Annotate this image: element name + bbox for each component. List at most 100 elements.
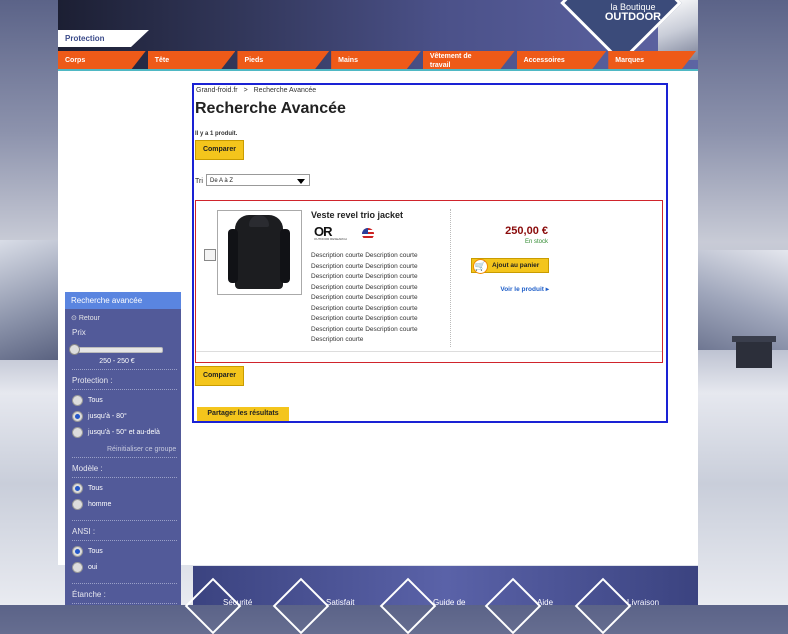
radio-ansi-oui[interactable]: oui: [72, 562, 181, 573]
nav-pieds[interactable]: Pieds: [237, 51, 329, 69]
product-name[interactable]: Veste revel trio jacket: [311, 210, 403, 220]
jacket-hood: [249, 215, 269, 227]
brand-logo-mark: OR: [314, 224, 333, 239]
radio-label: oui: [88, 564, 98, 571]
divider: [72, 540, 177, 541]
prix-label: Prix: [72, 328, 86, 337]
nav-mains[interactable]: Mains: [331, 51, 421, 69]
nav-corps[interactable]: Corps: [58, 51, 146, 69]
footer-item[interactable]: Sécurité: [223, 598, 252, 607]
product-description: Description courte Description courte De…: [311, 252, 418, 343]
radio-button[interactable]: [72, 562, 83, 573]
nav-label: Corps: [65, 57, 86, 64]
footer-banner: Sécurité Satisfait Guide de Aide Livrais…: [184, 566, 698, 634]
add-to-cart-button[interactable]: 🛒 Ajout au panier: [471, 258, 549, 274]
radio-button-selected[interactable]: [72, 546, 83, 557]
nav-label: Pieds: [244, 57, 264, 64]
radio-button-selected[interactable]: [72, 483, 83, 494]
nav-label: Vêtement de travail: [429, 53, 472, 69]
result-count: Il y a 1 produit.: [195, 131, 238, 137]
chevron-right-icon: ▸: [545, 286, 549, 293]
radio-label: homme: [88, 501, 112, 508]
radio-label: Tous: [88, 397, 103, 404]
breadcrumb-home[interactable]: Grand-froid.fr: [196, 87, 238, 94]
nav-marques[interactable]: Marques: [608, 51, 696, 69]
compare-checkbox[interactable]: [204, 249, 216, 261]
back-label: Retour: [78, 315, 100, 322]
radio-button[interactable]: [72, 395, 83, 406]
nav-label: Marques: [615, 57, 645, 64]
price-slider-handle[interactable]: [69, 344, 80, 355]
reset-group-link[interactable]: Réinitialiser ce groupe: [107, 446, 181, 453]
radio-label: Tous: [88, 485, 103, 492]
footer-diamond-icon: [379, 577, 437, 634]
footer-item[interactable]: Satisfait: [326, 598, 354, 607]
price-range: 250 - 250 €: [99, 358, 135, 365]
share-results-button[interactable]: Partager les résultats: [197, 407, 289, 421]
vertical-divider: [450, 209, 451, 347]
site-header: la Boutique OUTDOOR Protection Corps Têt…: [58, 0, 698, 70]
stock-status: En stock: [524, 239, 548, 245]
radio-ansi-tous[interactable]: Tous: [72, 546, 181, 557]
footer-item[interactable]: Guide de: [433, 598, 465, 607]
footer-diamond-icon: [272, 577, 330, 634]
breadcrumb: Grand-froid.fr > Recherche Avancée: [196, 87, 316, 94]
radio-button[interactable]: [72, 499, 83, 510]
radio-label: jusqu'à - 50° et au-delà: [88, 429, 160, 436]
view-product-link[interactable]: Voir le produit ▸: [496, 285, 549, 293]
add-to-cart-label: Ajout au panier: [492, 262, 540, 269]
nav-label: Accessoires: [523, 57, 565, 64]
sort-select[interactable]: De A à Z: [206, 174, 310, 186]
price-slider[interactable]: [69, 344, 163, 355]
cart-icon: 🛒: [473, 259, 488, 274]
nav-tete[interactable]: Tête: [148, 51, 236, 69]
etanche-label: Étanche :: [72, 590, 106, 599]
main-nav: Corps Tête Pieds Mains Vêtement de trava…: [58, 51, 698, 69]
radio-protection-tous[interactable]: Tous: [72, 395, 181, 406]
view-product-label: Voir le produit: [500, 286, 544, 293]
footer-diamond-icon: [484, 577, 542, 634]
product-price: 250,00 €: [505, 225, 548, 237]
divider: [72, 477, 177, 478]
nav-vetement-de-travail[interactable]: Vêtement de travail: [423, 51, 515, 69]
background-mountain-left: [0, 240, 58, 360]
radio-protection-80[interactable]: jusqu'à - 80°: [72, 411, 181, 422]
logo-line2: OUTDOOR: [604, 11, 662, 23]
brand-logo-sub: OUTDOOR RESEARCH: [314, 237, 347, 241]
protection-label: Protection :: [72, 376, 113, 385]
nav-accessoires[interactable]: Accessoires: [517, 51, 607, 69]
compare-button-bottom[interactable]: Comparer: [195, 366, 244, 386]
advanced-search-sidebar: Recherche avancée ⊙ Retour Prix 250 - 25…: [65, 292, 181, 605]
breadcrumb-current: Recherche Avancée: [253, 87, 317, 94]
search-results-panel: Grand-froid.fr > Recherche Avancée Reche…: [192, 83, 668, 423]
back-link[interactable]: ⊙ Retour: [65, 309, 181, 322]
jacket-image: [228, 215, 290, 289]
background-hut: [732, 336, 776, 368]
sort-label: Tri: [195, 178, 203, 185]
modele-label: Modèle :: [72, 464, 103, 473]
divider: [72, 603, 177, 604]
radio-button[interactable]: [72, 427, 83, 438]
compare-button-top[interactable]: Comparer: [195, 140, 244, 160]
radio-modele-tous[interactable]: Tous: [72, 483, 181, 494]
radio-modele-homme[interactable]: homme: [72, 499, 181, 510]
nav-label: Tête: [154, 57, 170, 64]
us-flag-icon: [362, 228, 374, 240]
breadcrumb-separator: >: [243, 87, 248, 94]
radio-label: jusqu'à - 80°: [88, 413, 127, 420]
radio-protection-50[interactable]: jusqu'à - 50° et au-delà: [72, 427, 181, 438]
sidebar-title: Recherche avancée: [65, 292, 181, 309]
product-image[interactable]: [217, 210, 302, 295]
background-mountain-right: [698, 250, 788, 350]
brand-logo[interactable]: OR OUTDOOR RESEARCH: [314, 224, 354, 246]
footer-item[interactable]: Aide: [537, 598, 553, 607]
footer-diamond-icon: [574, 577, 632, 634]
radio-label: Tous: [88, 548, 103, 555]
footer-item[interactable]: Livraison: [627, 598, 659, 607]
logo-text[interactable]: la Boutique OUTDOOR: [588, 2, 678, 23]
radio-button-selected[interactable]: [72, 411, 83, 422]
tab-protection[interactable]: Protection: [58, 30, 149, 47]
product-divider: [196, 351, 662, 352]
nav-label: Mains: [338, 57, 358, 64]
back-arrow-icon: ⊙: [71, 315, 79, 322]
